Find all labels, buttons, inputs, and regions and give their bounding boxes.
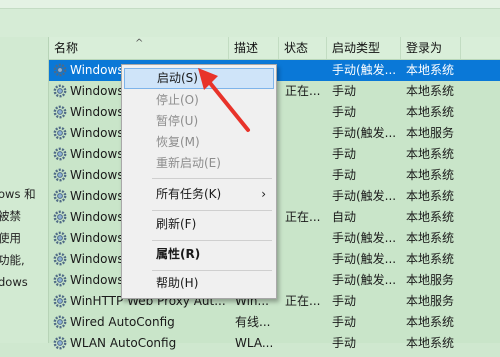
service-logon-as: 本地系统 [406,210,455,224]
menu-separator [152,178,272,179]
gear-icon [53,147,67,161]
service-logon-as: 本地系统 [406,231,455,245]
service-name: WLAN AutoConfig [70,336,177,350]
gear-icon [53,84,67,98]
service-status [285,60,325,81]
menu-item-properties[interactable]: 属性(R) [124,244,274,265]
service-logon-as: 本地系统 [406,168,455,182]
column-header-description[interactable]: 描述 [229,37,279,59]
service-startup-type: 手动 [332,168,357,182]
service-status [285,186,325,207]
gear-icon [53,168,67,182]
column-header-row: 名称 ^ 描述 状态 启动类型 登录为 [49,37,500,60]
gear-icon [53,189,67,203]
service-startup-type: 手动 [332,315,357,329]
service-description-cell: WLA... [235,336,274,350]
sort-up-icon: ^ [135,38,144,49]
service-status [285,312,325,333]
top-divider [0,0,500,9]
menu-item-label: 所有任务(K) [156,187,222,201]
service-description-cell: 有线... [235,315,271,329]
service-startup-type: 手动 [332,105,357,119]
service-logon-as: 本地服务 [406,126,455,140]
service-startup-type: 手动 [332,84,357,98]
service-logon-as: 本地系统 [406,189,455,203]
service-logon-as: 本地系统 [406,336,455,350]
service-status: 正在... [285,210,321,224]
gear-icon [53,273,67,287]
service-startup-type: 手动(触发... [332,189,397,203]
column-header-startup-type[interactable]: 启动类型 [327,37,401,59]
service-description: ows 和 被禁 使用 功能, dows [0,183,44,293]
column-header-name[interactable]: 名称 ^ [49,37,229,59]
gear-icon [53,336,67,350]
service-status: 正在... [285,294,321,308]
column-header-logon-as[interactable]: 登录为 [401,37,461,59]
gear-icon [53,315,67,329]
service-status [285,144,325,165]
menu-item-refresh[interactable]: 刷新(F) [124,214,274,235]
service-status [285,333,325,354]
description-pane: ows 和 被禁 使用 功能, dows [0,37,48,343]
menu-separator [152,240,272,241]
service-status: 正在... [285,84,321,98]
service-logon-as: 本地服务 [406,273,455,287]
service-startup-type: 手动(触发... [332,231,397,245]
chevron-right-icon: › [261,187,266,201]
top-band [0,0,500,37]
service-startup-type: 自动 [332,210,357,224]
service-startup-type: 手动(触发... [332,252,397,266]
service-startup-type: 手动 [332,294,357,308]
service-logon-as: 本地服务 [406,294,455,308]
service-logon-as: 本地系统 [406,252,455,266]
description-line: dows [0,275,28,289]
gear-icon [53,294,67,308]
gear-icon [53,63,67,77]
service-row[interactable]: WLAN AutoConfig WLA... 手动 本地系统 [49,333,500,354]
menu-item-help[interactable]: 帮助(H) [124,273,274,294]
service-startup-type: 手动(触发... [332,126,397,140]
gear-icon [53,252,67,266]
service-status [285,249,325,270]
service-name: Wired AutoConfig [70,315,175,329]
menu-separator [152,270,272,271]
service-status [285,165,325,186]
menu-separator [152,210,272,211]
service-startup-type: 手动 [332,147,357,161]
description-line: 功能, [0,253,25,267]
description-line: ows 和 [0,187,36,201]
service-logon-as: 本地系统 [406,147,455,161]
service-startup-type: 手动(触发... [332,273,397,287]
service-row[interactable]: Wired AutoConfig 有线... 手动 本地系统 [49,312,500,333]
service-logon-as: 本地系统 [406,105,455,119]
service-startup-type: 手动(触发... [332,63,397,77]
service-startup-type: 手动 [332,336,357,350]
service-status [285,123,325,144]
column-header-status[interactable]: 状态 [279,37,327,59]
annotation-arrow [198,68,250,132]
gear-icon [53,210,67,224]
service-status [285,102,325,123]
service-logon-as: 本地系统 [406,315,455,329]
description-line: 被禁 [0,209,21,223]
gear-icon [53,126,67,140]
service-logon-as: 本地系统 [406,63,455,77]
description-line: 使用 [0,231,21,245]
menu-item-all-tasks[interactable]: 所有任务(K) › [124,184,274,205]
service-status [285,228,325,249]
menu-item-restart[interactable]: 重新启动(E) [124,153,274,174]
column-header-label: 名称 [54,41,79,55]
gear-icon [53,105,67,119]
service-status [285,270,325,291]
service-logon-as: 本地系统 [406,84,455,98]
gear-icon [53,231,67,245]
